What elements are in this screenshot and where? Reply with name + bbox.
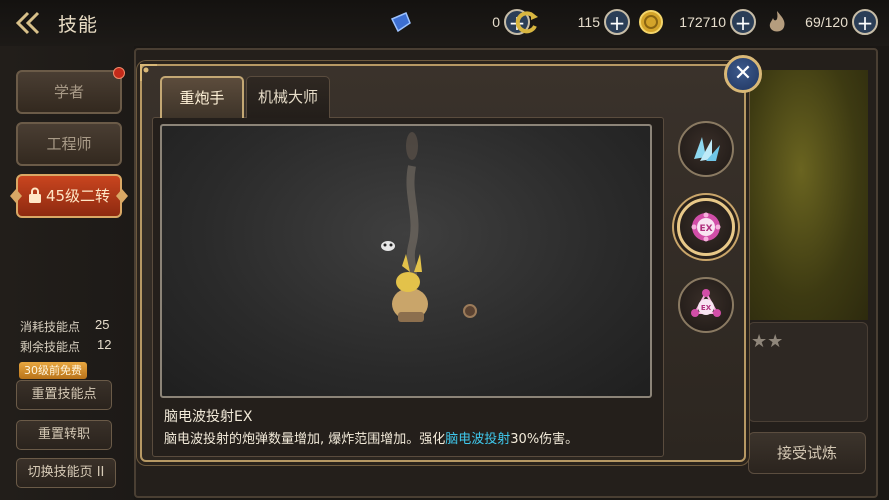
skill-option-2[interactable]: EX [677,198,735,256]
diamond-right-icon [116,189,128,203]
class-artwork-area [734,70,868,320]
projectile-icon [463,304,477,318]
add-refresh-button[interactable]: + [604,9,630,35]
preview-scene [381,132,477,322]
skill-option-1[interactable] [678,121,734,177]
used-points-value: 25 [95,317,110,332]
accept-trial-button[interactable]: 接受试炼 [748,432,866,474]
gold-value: 172710 [679,14,726,30]
blue-crystal-icon [390,12,411,33]
diamond-left-icon [10,189,22,203]
rating-stars: ★★ [751,331,784,352]
refresh-value: 115 [577,14,600,30]
crystal-value: 0 [492,14,500,30]
resource-stamina: 69/120 + [764,6,878,38]
class-button-engineer[interactable]: 工程师 [16,122,122,166]
free-before-30-badge: 30级前免费 [19,362,87,379]
page-title: 技能 [58,14,99,36]
reset-class-button[interactable]: 重置转职 [16,420,112,450]
skill-desc-part2: 30%伤害。 [510,432,579,447]
svg-text:EX: EX [701,304,712,312]
lock-icon [29,187,41,203]
resource-gold: 172710 + [638,6,756,38]
ex-network-icon: EX [691,289,721,317]
close-button[interactable]: ✕ [724,55,762,93]
stamina-value: 69/120 [805,14,848,30]
skill-name: 脑电波投射EX [164,409,253,425]
tab-mech-master[interactable]: 机械大师 [246,76,330,118]
svg-text:EX: EX [699,224,712,234]
feather-burst-icon [694,137,720,161]
class-button-scholar[interactable]: 学者 [16,70,122,114]
skill-desc-highlight: 脑电波投射 [445,432,511,447]
skill-description: 脑电波投射的炮弹数量增加, 爆炸范围增加。强化脑电波投射30%伤害。 [164,428,578,447]
advancement-label: 45级二转 [45,187,111,205]
back-arrow-icon[interactable] [14,10,44,36]
class-rating-panel: ★★ [748,322,868,422]
add-stamina-button[interactable]: + [852,9,878,35]
resource-crystal: 0 + [388,6,530,38]
corner-ornament-icon [140,64,157,81]
skill-preview-video [160,124,652,398]
monster-sprite-icon [381,241,395,251]
skill-desc-part1: 脑电波投射的炮弹数量增加, 爆炸范围增加。强化 [164,432,446,447]
ex-core-icon: EX [691,212,721,242]
used-points-label: 消耗技能点 [20,320,81,334]
tab-heavy-gunner[interactable]: 重炮手 [160,76,244,118]
gold-coin-icon [639,10,663,34]
reset-skill-points-button[interactable]: 重置技能点 [16,380,112,410]
yellow-refresh-icon [515,11,538,34]
remaining-points-label: 剩余技能点 [20,340,81,354]
resource-refresh: 115 + [514,6,630,38]
add-gold-button[interactable]: + [730,9,756,35]
notification-dot [113,67,125,79]
skill-option-3[interactable]: EX [678,277,734,333]
stamina-flame-icon [769,11,785,32]
switch-skill-page-button[interactable]: 切换技能页 II [16,458,116,488]
remaining-points-value: 12 [97,337,112,352]
